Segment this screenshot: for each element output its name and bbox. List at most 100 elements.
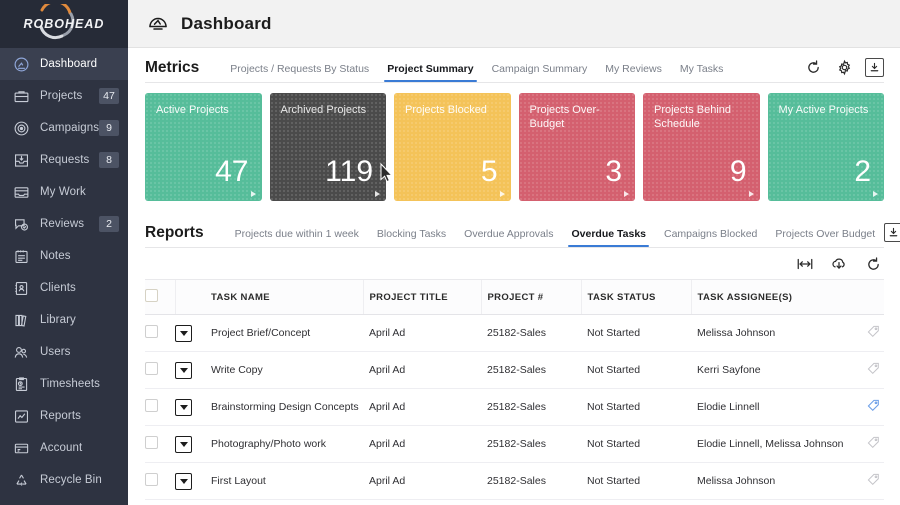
sidebar-item-projects[interactable]: Projects 47 [0,80,128,112]
table-row[interactable]: Photography/Photo work April Ad 25182-Sa… [145,426,884,463]
sidebar-item-requests[interactable]: Requests 8 [0,144,128,176]
metric-card-arrow-icon [624,191,629,197]
sidebar-item-reviews[interactable]: Reviews 2 [0,208,128,240]
metric-card-title: Projects Blocked [405,103,502,117]
tag-icon[interactable] [866,472,881,487]
metrics-tablist: Projects / Requests By Status Project Su… [221,48,803,82]
row-menu-button[interactable] [175,473,192,490]
tab-project-summary[interactable]: Project Summary [378,63,482,82]
metric-card-arrow-icon [375,191,380,197]
select-all-checkbox[interactable] [145,289,158,302]
collapse-icon[interactable] [884,223,900,242]
app-logo[interactable]: ROBOHEAD [0,0,128,48]
page-header: Dashboard [128,0,900,48]
refresh-icon[interactable] [864,255,882,273]
metric-card-projects-blocked[interactable]: Projects Blocked 5 [394,93,511,201]
column-task-assignees[interactable]: TASK ASSIGNEE(S) [691,280,844,315]
column-task-name[interactable]: TASK NAME [211,280,363,315]
reports-section-title: Reports [145,224,204,247]
briefcase-icon [11,86,31,106]
tag-icon[interactable] [866,361,881,376]
tab-blocking-tasks[interactable]: Blocking Tasks [368,228,455,247]
table-row[interactable]: Project Brief/Concept April Ad 25182-Sal… [145,315,884,352]
sidebar-item-account[interactable]: Account [0,432,128,464]
tab-overdue-tasks[interactable]: Overdue Tasks [562,228,655,247]
metric-card-title: Projects Over-Budget [530,103,627,131]
metric-card-title: My Active Projects [779,103,876,117]
cell-task-status: Not Started [581,463,691,500]
column-tag [844,280,884,315]
column-task-status[interactable]: TASK STATUS [581,280,691,315]
sidebar-item-timesheets[interactable]: Timesheets [0,368,128,400]
tab-projects-requests-by-status[interactable]: Projects / Requests By Status [221,63,378,82]
cell-project-number: 25182-Sales [481,389,581,426]
cell-project-number: 25182-Sales [481,426,581,463]
overdue-tasks-table: TASK NAME PROJECT TITLE PROJECT # TASK S… [128,280,900,500]
row-menu-header [175,280,211,315]
tag-icon[interactable] [866,398,881,413]
sidebar-item-label: Recycle Bin [40,474,128,486]
tag-icon[interactable] [866,324,881,339]
collapse-icon[interactable] [865,58,884,77]
cell-project-number: 25182-Sales [481,315,581,352]
gauge-icon [11,54,31,74]
tab-campaign-summary[interactable]: Campaign Summary [483,63,597,82]
sidebar-item-dashboard[interactable]: Dashboard [0,48,128,80]
cell-project-title: April Ad [363,463,481,500]
cloud-download-icon[interactable] [830,255,848,273]
row-menu-button[interactable] [175,325,192,342]
cell-project-title: April Ad [363,352,481,389]
table-row[interactable]: First Layout April Ad 25182-Sales Not St… [145,463,884,500]
gauge-icon [145,11,171,37]
tab-projects-due-within-1-week[interactable]: Projects due within 1 week [226,228,368,247]
column-project-number[interactable]: PROJECT # [481,280,581,315]
metric-card-projects-over-budget[interactable]: Projects Over-Budget 3 [519,93,636,201]
gear-icon[interactable] [834,57,854,77]
tab-overdue-approvals[interactable]: Overdue Approvals [455,228,562,247]
cell-task-name: First Layout [211,463,363,500]
row-menu-button[interactable] [175,362,192,379]
sidebar-item-label: Campaigns [40,122,99,134]
cell-task-assignees: Elodie Linnell [691,389,844,426]
sidebar-item-label: Reviews [40,218,99,230]
row-menu-button[interactable] [175,399,192,416]
metric-card-projects-behind-schedule[interactable]: Projects Behind Schedule 9 [643,93,760,201]
row-tag-cell [844,389,884,426]
tab-my-tasks[interactable]: My Tasks [671,63,733,82]
metric-card-title: Active Projects [156,103,253,117]
refresh-icon[interactable] [803,57,823,77]
metric-card-value: 47 [215,157,248,187]
metric-card-active-projects[interactable]: Active Projects 47 [145,93,262,201]
cell-project-title: April Ad [363,426,481,463]
row-checkbox[interactable] [145,399,158,412]
column-project-title[interactable]: PROJECT TITLE [363,280,481,315]
row-menu-button[interactable] [175,436,192,453]
sidebar-badge: 9 [99,120,119,136]
tab-projects-over-budget[interactable]: Projects Over Budget [766,228,884,247]
metric-card-arrow-icon [500,191,505,197]
metric-card-my-active-projects[interactable]: My Active Projects 2 [768,93,885,201]
metric-card-archived-projects[interactable]: Archived Projects 119 [270,93,387,201]
sidebar-item-recycle-bin[interactable]: Recycle Bin [0,464,128,496]
reports-header: Reports Projects due within 1 week Block… [128,213,900,247]
page-title: Dashboard [181,14,272,34]
tab-campaigns-blocked[interactable]: Campaigns Blocked [655,228,766,247]
sidebar-item-clients[interactable]: Clients [0,272,128,304]
row-checkbox[interactable] [145,473,158,486]
sidebar-item-my-work[interactable]: My Work [0,176,128,208]
row-checkbox[interactable] [145,325,158,338]
metric-card-title: Projects Behind Schedule [654,103,751,131]
sidebar-item-library[interactable]: Library [0,304,128,336]
fit-width-icon[interactable] [796,255,814,273]
metric-card-value: 3 [605,157,622,187]
sidebar-item-users[interactable]: Users [0,336,128,368]
sidebar-item-reports[interactable]: Reports [0,400,128,432]
row-checkbox[interactable] [145,436,158,449]
row-checkbox[interactable] [145,362,158,375]
table-row[interactable]: Write Copy April Ad 25182-Sales Not Star… [145,352,884,389]
tab-my-reviews[interactable]: My Reviews [596,63,671,82]
sidebar-item-campaigns[interactable]: Campaigns 9 [0,112,128,144]
sidebar-item-notes[interactable]: Notes [0,240,128,272]
tag-icon[interactable] [866,435,881,450]
table-row[interactable]: Brainstorming Design Concepts April Ad 2… [145,389,884,426]
